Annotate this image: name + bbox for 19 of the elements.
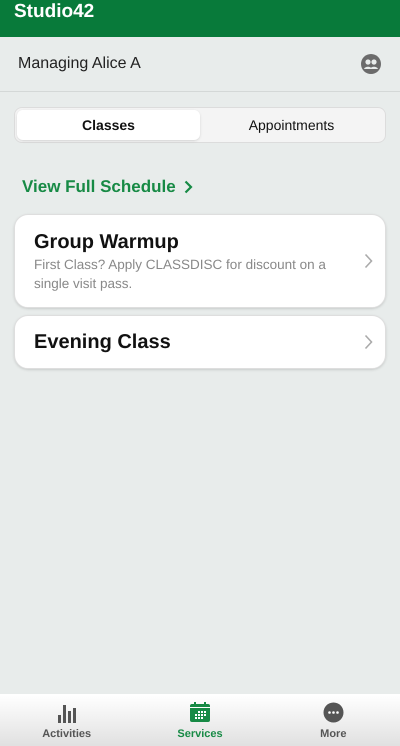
chevron-right-icon: [364, 253, 373, 269]
calendar-icon: [188, 700, 211, 722]
tab[interactable]: Classes: [17, 110, 200, 140]
managing-label: Managing Alice A: [18, 54, 141, 74]
service-title: Group Warmup: [34, 230, 180, 255]
service-title: Evening Class: [34, 330, 172, 355]
people-icon[interactable]: [360, 53, 382, 75]
more-icon: [322, 702, 344, 722]
nav-tab[interactable]: More: [266, 694, 400, 746]
nav-tab[interactable]: Services: [133, 694, 267, 746]
view-schedule-link[interactable]: View Full Schedule: [22, 174, 193, 200]
service-card[interactable]: Evening Class: [14, 315, 386, 369]
service-card[interactable]: Group Warmup First Class? Apply CLASSDISC for discount on a single visit pass.: [14, 214, 386, 308]
tab[interactable]: Appointments: [200, 110, 383, 140]
nav-tab[interactable]: Activities: [0, 694, 134, 746]
chevron-right-icon: [184, 180, 193, 194]
service-description: First Class? Apply CLASSDISC for discount on a single visit pass.: [34, 256, 327, 293]
chevron-right-icon: [364, 334, 373, 350]
app-title: Studio42: [14, 0, 94, 24]
